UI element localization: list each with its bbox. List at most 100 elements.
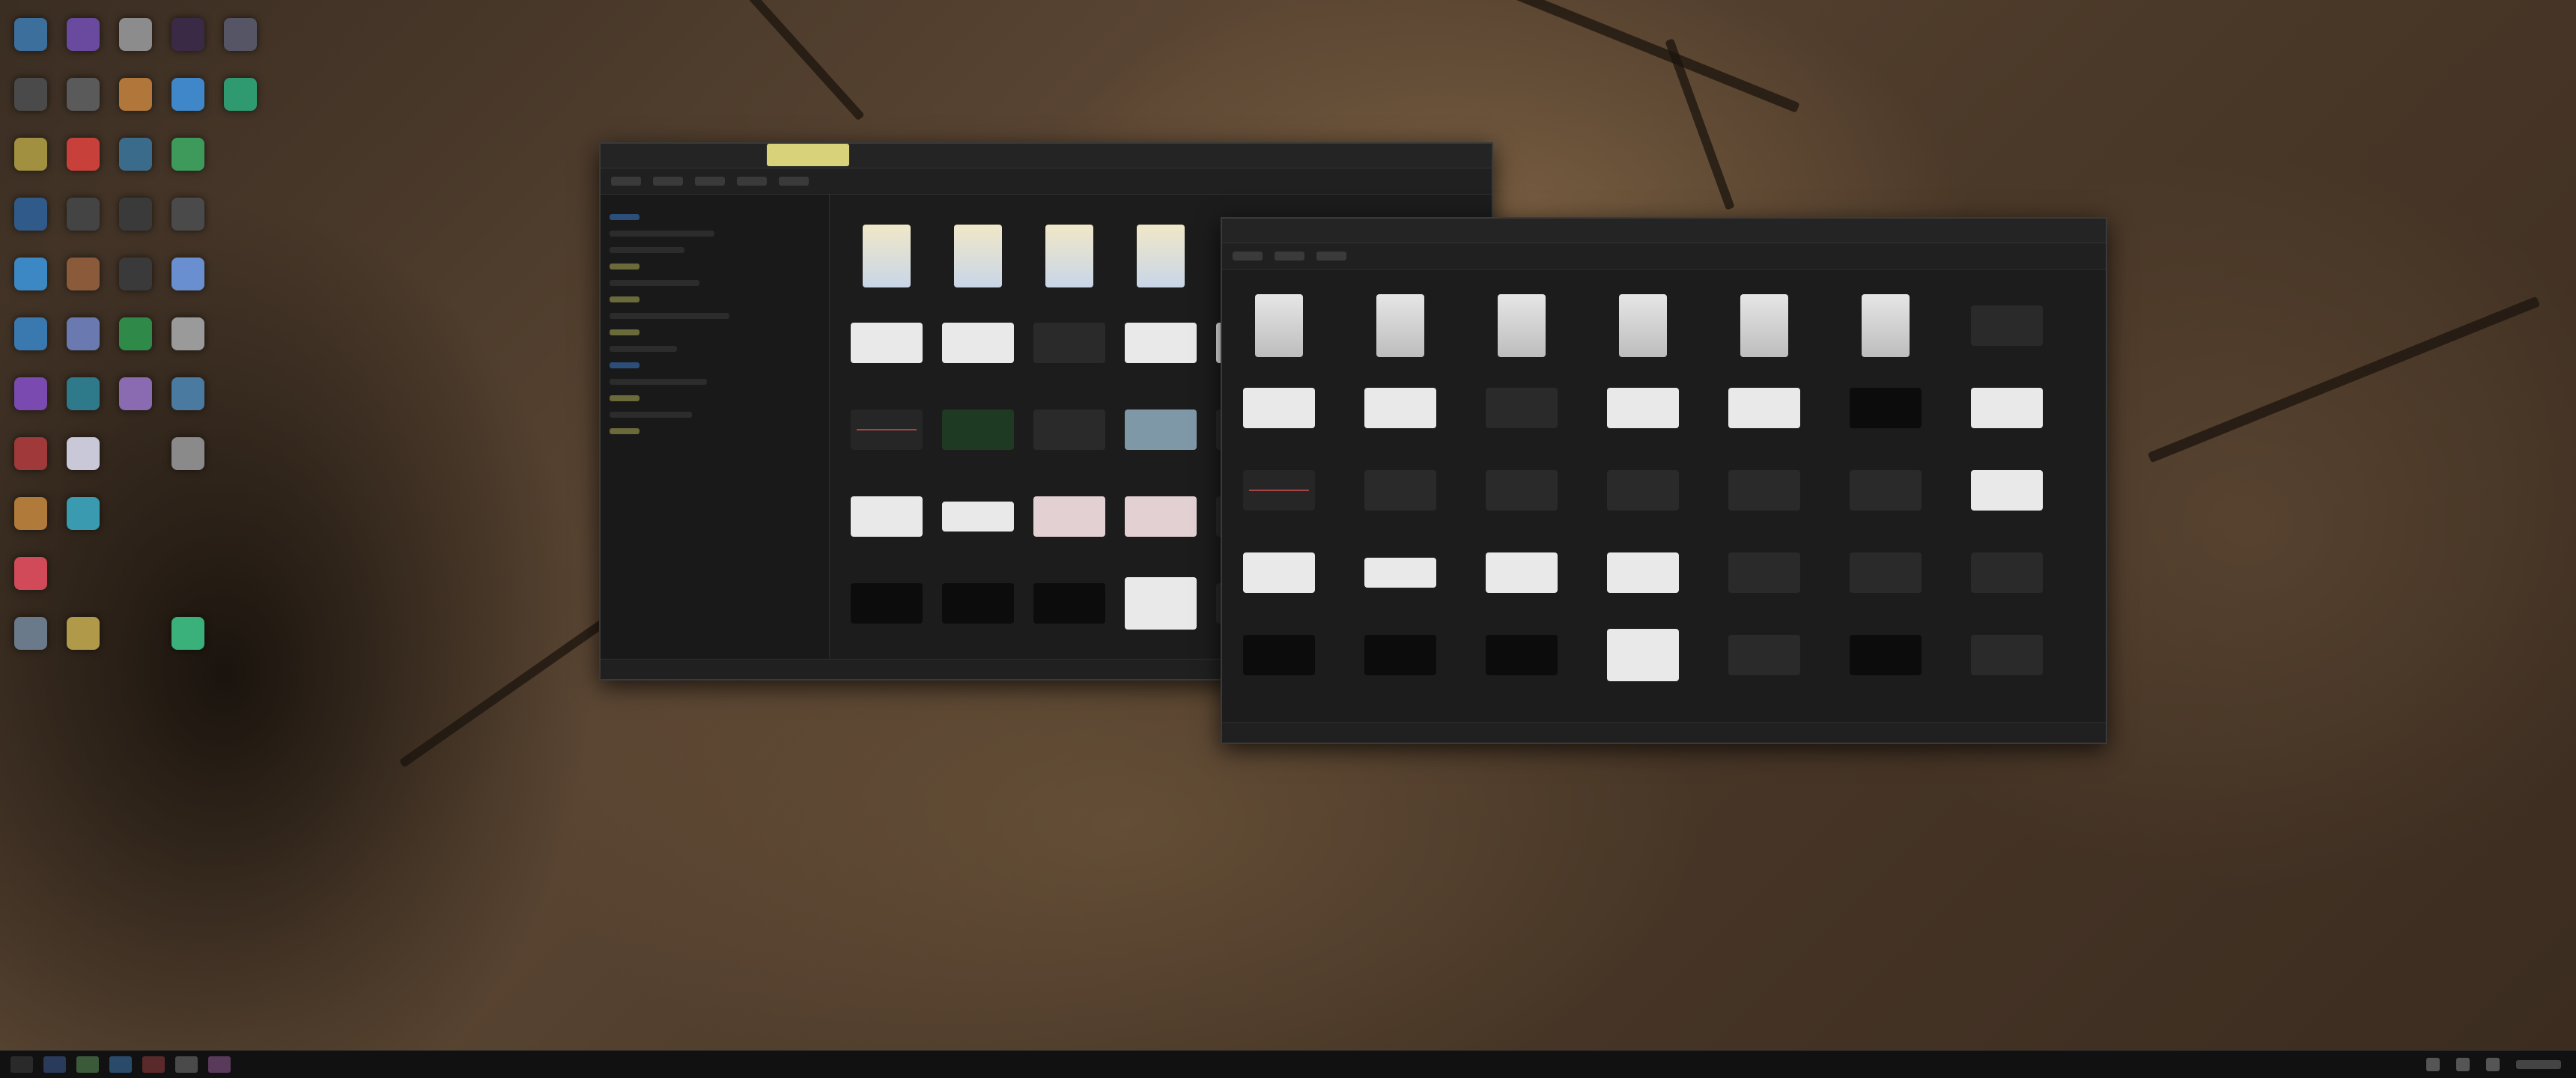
file-item[interactable]	[1237, 532, 1321, 614]
nav-item[interactable]	[610, 214, 640, 220]
notification-icon[interactable]	[2486, 1058, 2500, 1071]
nav-item[interactable]	[610, 264, 640, 270]
desktop-icon[interactable]	[57, 484, 109, 543]
file-item[interactable]	[1027, 386, 1111, 473]
file-item[interactable]	[1965, 614, 2049, 696]
taskbar-app[interactable]	[43, 1056, 66, 1073]
desktop-icon[interactable]	[109, 364, 162, 424]
file-item[interactable]	[936, 213, 1020, 299]
file-item[interactable]	[1358, 449, 1442, 532]
file-item[interactable]	[1027, 299, 1111, 386]
toolbar-button[interactable]	[695, 177, 725, 186]
file-item[interactable]	[845, 473, 929, 560]
taskbar-app[interactable]	[208, 1056, 231, 1073]
file-item[interactable]	[1027, 560, 1111, 647]
file-item[interactable]	[1480, 449, 1564, 532]
desktop-icon[interactable]	[162, 424, 214, 484]
file-item[interactable]	[1119, 299, 1203, 386]
file-item[interactable]	[936, 299, 1020, 386]
nav-item[interactable]	[610, 247, 684, 253]
file-item[interactable]	[1027, 473, 1111, 560]
desktop-icon[interactable]	[162, 364, 214, 424]
file-item[interactable]	[845, 386, 929, 473]
file-item[interactable]	[1722, 284, 1806, 367]
file-item[interactable]	[1844, 449, 1928, 532]
desktop-icon[interactable]	[57, 244, 109, 304]
file-item[interactable]	[1965, 367, 2049, 449]
desktop-icon[interactable]	[57, 184, 109, 244]
desktop-icon[interactable]	[162, 603, 214, 663]
nav-item[interactable]	[610, 428, 640, 434]
desktop-icon[interactable]	[214, 4, 267, 64]
desktop-icon[interactable]	[57, 124, 109, 184]
toolbar-button[interactable]	[653, 177, 683, 186]
window-titlebar[interactable]	[1222, 219, 2106, 243]
desktop-icon[interactable]	[57, 4, 109, 64]
file-item[interactable]	[1480, 284, 1564, 367]
file-item[interactable]	[1965, 532, 2049, 614]
toolbar-button[interactable]	[779, 177, 809, 186]
desktop-icon[interactable]	[162, 184, 214, 244]
taskbar-app[interactable]	[109, 1056, 132, 1073]
desktop-icon[interactable]	[109, 124, 162, 184]
desktop-icon[interactable]	[57, 424, 109, 484]
nav-item[interactable]	[610, 296, 640, 302]
file-item[interactable]	[1601, 532, 1685, 614]
file-item[interactable]	[1027, 213, 1111, 299]
desktop-icon[interactable]	[162, 4, 214, 64]
desktop-icon[interactable]	[4, 124, 57, 184]
file-item[interactable]	[1237, 284, 1321, 367]
nav-item[interactable]	[610, 379, 707, 385]
desktop-icon[interactable]	[162, 124, 214, 184]
nav-item[interactable]	[610, 346, 677, 352]
desktop-icon[interactable]	[57, 603, 109, 663]
file-item[interactable]	[1844, 614, 1928, 696]
nav-item[interactable]	[610, 313, 729, 319]
desktop-icon[interactable]	[109, 64, 162, 124]
desktop-icon[interactable]	[4, 484, 57, 543]
file-item[interactable]	[936, 386, 1020, 473]
desktop-icon[interactable]	[4, 244, 57, 304]
file-item[interactable]	[1844, 532, 1928, 614]
file-item[interactable]	[1358, 367, 1442, 449]
file-item[interactable]	[936, 560, 1020, 647]
file-item[interactable]	[1601, 284, 1685, 367]
file-item[interactable]	[1480, 532, 1564, 614]
taskbar-app[interactable]	[175, 1056, 198, 1073]
desktop-icon[interactable]	[109, 244, 162, 304]
toolbar-button[interactable]	[1275, 252, 1304, 261]
file-item[interactable]	[1601, 449, 1685, 532]
file-item[interactable]	[1119, 560, 1203, 647]
desktop-icon[interactable]	[4, 64, 57, 124]
active-tab[interactable]	[767, 144, 849, 166]
desktop-icon[interactable]	[162, 244, 214, 304]
file-item[interactable]	[1722, 367, 1806, 449]
file-item[interactable]	[1358, 284, 1442, 367]
desktop-icon[interactable]	[4, 304, 57, 364]
file-item[interactable]	[845, 213, 929, 299]
desktop-icon[interactable]	[214, 64, 267, 124]
file-item[interactable]	[1237, 449, 1321, 532]
file-item[interactable]	[845, 299, 929, 386]
toolbar-button[interactable]	[737, 177, 767, 186]
file-item[interactable]	[1119, 213, 1203, 299]
volume-icon[interactable]	[2456, 1058, 2470, 1071]
file-item[interactable]	[1844, 367, 1928, 449]
nav-item[interactable]	[610, 362, 640, 368]
file-item[interactable]	[1480, 367, 1564, 449]
file-item[interactable]	[1601, 367, 1685, 449]
desktop-icon[interactable]	[4, 543, 57, 603]
desktop-icon[interactable]	[57, 64, 109, 124]
desktop-icon[interactable]	[4, 184, 57, 244]
file-item[interactable]	[936, 473, 1020, 560]
file-item[interactable]	[1601, 614, 1685, 696]
file-explorer-window[interactable]	[1221, 217, 2107, 744]
desktop-icon[interactable]	[4, 603, 57, 663]
file-item[interactable]	[845, 560, 929, 647]
desktop-icon[interactable]	[162, 64, 214, 124]
taskbar-app[interactable]	[76, 1056, 99, 1073]
network-icon[interactable]	[2426, 1058, 2440, 1071]
desktop-icon[interactable]	[109, 304, 162, 364]
file-item[interactable]	[1358, 532, 1442, 614]
nav-item[interactable]	[610, 329, 640, 335]
